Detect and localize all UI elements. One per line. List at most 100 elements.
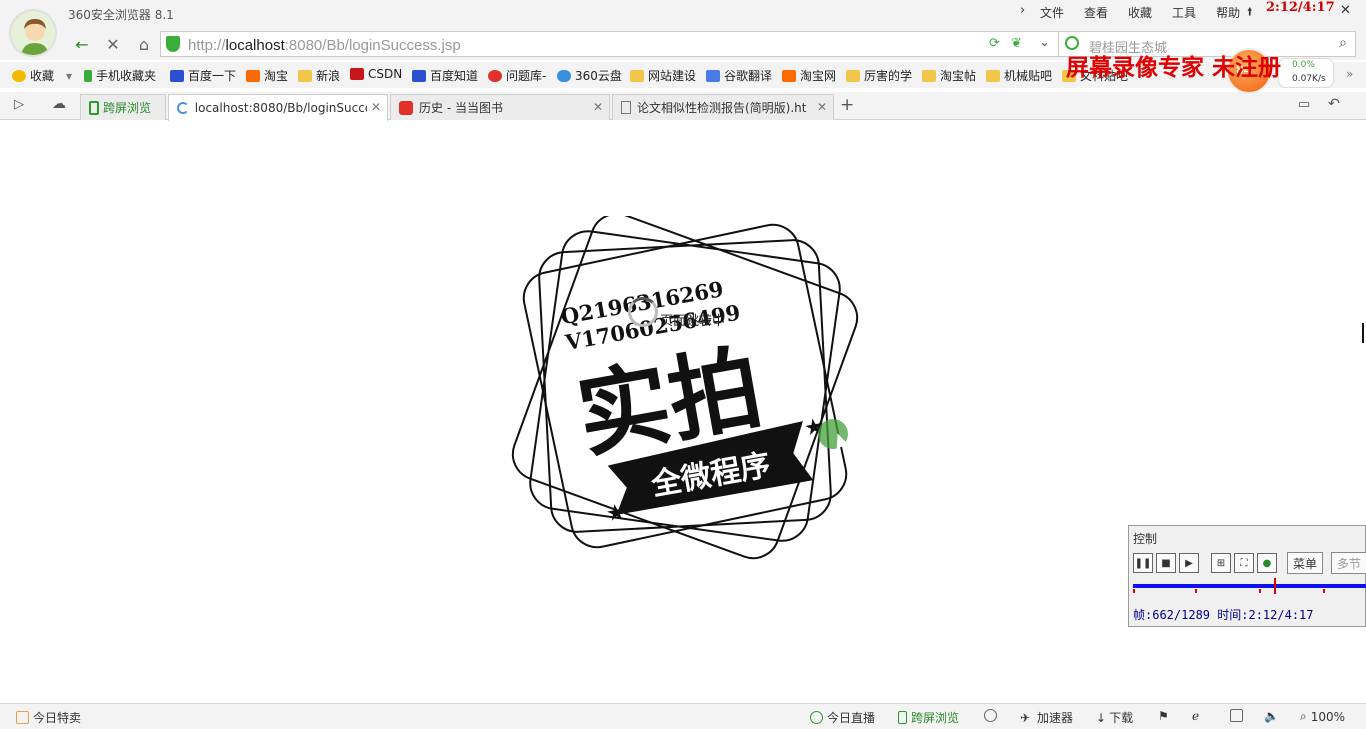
bookmark-mobile[interactable]: 手机收藏夹 (84, 67, 156, 84)
document-icon (621, 101, 631, 114)
play-icon (810, 711, 823, 724)
bookmark-baidu[interactable]: 百度一下 (170, 67, 236, 84)
undo-close-icon[interactable]: ↶ (1328, 96, 1340, 112)
accelerator-button[interactable]: ✈ 加速器 (1020, 709, 1073, 726)
url-text[interactable]: http://localhost:8080/Bb/loginSuccess.js… (188, 37, 461, 54)
leaf-icon[interactable]: ❦ (1011, 36, 1022, 51)
more-bookmarks-icon[interactable]: » (1346, 67, 1353, 81)
bookmark-csdn[interactable]: CSDN (350, 67, 402, 81)
app-title: 360安全浏览器 8.1 (68, 8, 174, 22)
star-icon (12, 69, 26, 82)
bookmark-sina[interactable]: 新浪 (298, 67, 340, 84)
chevron-right-icon[interactable]: › (1020, 3, 1025, 18)
volume-icon[interactable]: 🔈 (1264, 709, 1279, 723)
new-tab-icon[interactable]: + (840, 95, 854, 115)
green-indicator-icon[interactable]: ● (1257, 553, 1277, 573)
stop-icon[interactable]: ✕ (101, 33, 125, 55)
menu-tools[interactable]: 工具 (1172, 4, 1196, 21)
tab-thesis-report[interactable]: 论文相似性检测报告(简明版).ht ✕ (612, 94, 834, 120)
baidu-icon (170, 69, 184, 82)
progress-track[interactable] (1133, 584, 1366, 588)
ie-icon[interactable]: ℯ (1192, 709, 1199, 723)
tab-login-success[interactable]: localhost:8080/Bb/loginSucce ✕ (168, 94, 388, 121)
track-tick (1323, 589, 1325, 593)
window-icon[interactable] (1230, 709, 1247, 722)
bookmark-taobao-web[interactable]: 淘宝网 (782, 67, 836, 84)
bookmark-google-translate[interactable]: 谷歌翻译 (706, 67, 772, 84)
menu-bar: 文件 查看 收藏 工具 帮助 (1040, 4, 1260, 21)
security-shield-icon (166, 36, 180, 52)
bookmark-study[interactable]: 厉害的学 (846, 67, 912, 84)
bookmark-360-cloud[interactable]: 360云盘 (557, 67, 622, 84)
phone-icon (898, 711, 907, 724)
folder-icon (922, 69, 936, 82)
home-icon[interactable]: ⌂ (132, 33, 156, 55)
bookmark-question[interactable]: 问题库- (488, 67, 546, 84)
back-arrow-icon[interactable]: ← (70, 33, 94, 55)
control-status: 帧:662/1289 时间:2:12/4:17 (1133, 608, 1314, 622)
bookmark-web-build[interactable]: 网站建设 (630, 67, 696, 84)
close-tab-icon[interactable]: ✕ (371, 100, 381, 114)
loading-spinner-icon (628, 297, 658, 327)
recording-clock: 2:12/4:17 (1266, 0, 1335, 15)
shield-status-icon[interactable] (984, 709, 1001, 722)
bookmark-taobao-post[interactable]: 淘宝帖 (922, 67, 976, 84)
tab-dangdang-history[interactable]: 历史 - 当当图书 ✕ (390, 94, 610, 120)
loading-text: 页面跳转中 (660, 314, 726, 329)
folder-icon (298, 69, 312, 82)
cloud-sync-icon[interactable]: ☁ (52, 96, 66, 112)
baidu-icon (412, 69, 426, 82)
flag-icon[interactable]: ⚑ (1158, 709, 1169, 723)
menu-help[interactable]: 帮助 (1216, 4, 1240, 21)
dropdown-icon[interactable]: ⌄ (1039, 35, 1050, 50)
control-menu-button[interactable]: 菜单 (1287, 552, 1323, 574)
bookmark-taobao[interactable]: 淘宝 (246, 67, 288, 84)
close-tab-icon[interactable]: ✕ (593, 100, 603, 114)
refresh-icon[interactable]: ⟳ (989, 36, 1000, 51)
chevron-down-icon[interactable]: ▾ (66, 69, 72, 83)
menu-file[interactable]: 文件 (1040, 4, 1064, 21)
download-icon: ↓ (1096, 710, 1107, 725)
zoom-control[interactable]: ⌕ 100% (1300, 709, 1345, 724)
next-frame-icon[interactable]: ▶ (1179, 553, 1199, 573)
bookmark-mech-tieba[interactable]: 机械贴吧 (986, 67, 1052, 84)
loading-spinner-icon (177, 102, 189, 114)
playhead[interactable] (1274, 578, 1276, 594)
gift-icon (16, 711, 29, 724)
fullscreen-icon[interactable]: ⛶ (1234, 553, 1254, 573)
close-window-icon[interactable]: ✕ (1340, 3, 1351, 18)
window-mode-icon[interactable]: ⊞ (1211, 553, 1231, 573)
phone-icon (84, 69, 92, 82)
live-button[interactable]: 今日直播 (810, 709, 875, 726)
control-title: 控制 (1133, 532, 1158, 546)
title-bar: 360安全浏览器 8.1 › 文件 查看 收藏 工具 帮助 🠙 2:12/4:1… (0, 0, 1366, 28)
tab-cross-screen[interactable]: 跨屏浏览 (80, 94, 166, 120)
folder-icon (846, 69, 860, 82)
pin-icon[interactable]: 🠙 (1247, 3, 1253, 22)
download-button[interactable]: ↓ 下载 (1096, 709, 1133, 726)
shield-icon (984, 709, 997, 722)
bookmark-baidu-zhidao[interactable]: 百度知道 (412, 67, 478, 84)
text-cursor-icon (1362, 323, 1364, 343)
stop-icon[interactable]: ■ (1156, 553, 1176, 573)
recorder-control-panel: 控制 ❚❚ ■ ▶ ⊞ ⛶ ● 菜单 多节 帧:662/1289 时间:2:12… (1128, 525, 1366, 627)
address-bar[interactable]: http://localhost:8080/Bb/loginSuccess.js… (160, 31, 1060, 57)
search-icon[interactable]: ⌕ (1339, 35, 1347, 51)
pause-icon[interactable]: ❚❚ (1133, 553, 1153, 573)
track-tick (1133, 589, 1135, 593)
menu-favorites[interactable]: 收藏 (1128, 4, 1152, 21)
sidebar-toggle-icon[interactable]: ▷ (14, 97, 24, 112)
close-tab-icon[interactable]: ✕ (817, 100, 827, 114)
bookmark-favorites[interactable]: 收藏 ▾ (12, 67, 72, 84)
daily-deals-button[interactable]: 今日特卖 (16, 709, 81, 726)
taobao-icon (246, 69, 260, 82)
user-avatar[interactable] (9, 9, 57, 57)
download-speed: 0.07K/s (1292, 74, 1326, 84)
track-tick (1259, 589, 1261, 593)
cross-screen-button[interactable]: 跨屏浏览 (898, 709, 959, 726)
control-multi-button[interactable]: 多节 (1331, 552, 1366, 574)
menu-view[interactable]: 查看 (1084, 4, 1108, 21)
folder-icon (630, 69, 644, 82)
track-tick (1195, 589, 1197, 593)
tab-list-icon[interactable]: ▭ (1298, 97, 1310, 112)
